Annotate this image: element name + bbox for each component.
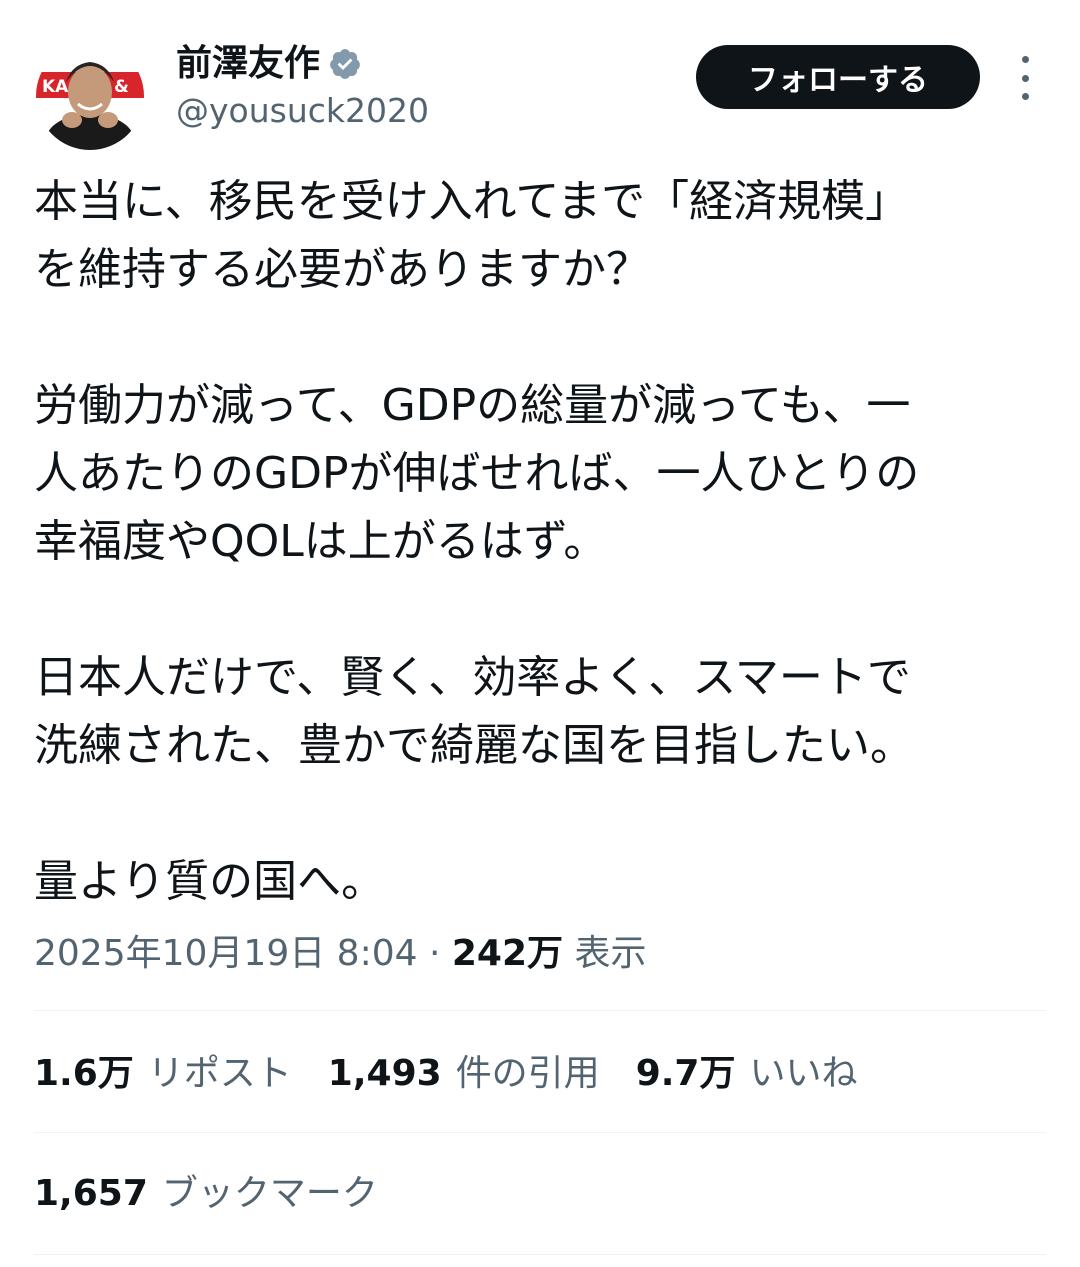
quotes-label: 件の引用 <box>455 1053 600 1094</box>
more-vertical-icon[interactable] <box>1010 56 1040 100</box>
tweet-text: 本当に、移民を受け入れてまで「経済規模」 を維持する必要がありますか？ 労働力が… <box>34 168 1054 916</box>
bookmarks-count: 1,657 <box>34 1173 148 1214</box>
svg-text:&: & <box>114 77 129 97</box>
divider <box>34 1254 1046 1255</box>
bookmarks-stat[interactable]: 1,657 ブックマーク <box>34 1164 378 1224</box>
tweet-paragraph: 労働力が減って、GDPの総量が減っても、一 人あたりのGDPが伸ばせれば、一人ひ… <box>34 380 920 567</box>
tweet-paragraph: 本当に、移民を受け入れてまで「経済規模」 を維持する必要がありますか？ <box>34 176 910 295</box>
divider <box>34 1010 1046 1011</box>
avatar[interactable]: KA & <box>36 42 144 150</box>
likes-stat[interactable]: 9.7万 いいね <box>636 1044 858 1104</box>
engagement-stats: 1.6万 リポスト 1,493 件の引用 9.7万 いいね <box>34 1044 893 1104</box>
follow-button[interactable]: フォローする <box>696 45 980 109</box>
tweet-meta: 2025年10月19日 8:04 · 242万 表示 <box>34 924 647 984</box>
display-name[interactable]: 前澤友作 <box>176 40 320 88</box>
tweet-paragraph: 日本人だけで、賢く、効率よく、スマートで 洗練された、豊かで綺麗な国を目指したい… <box>34 652 914 771</box>
reposts-stat[interactable]: 1.6万 リポスト <box>34 1044 292 1104</box>
likes-count: 9.7万 <box>635 1053 736 1094</box>
views-count: 242万 <box>451 933 564 974</box>
tweet-paragraph: 量より質の国へ。 <box>34 856 386 907</box>
tweet-detail: KA & 前澤友作 @yousuck2020 フォローする 本当に、移民を受け入… <box>0 0 1080 1267</box>
bookmarks-label: ブックマーク <box>161 1173 378 1214</box>
timestamp[interactable]: 2025年10月19日 8:04 <box>34 933 418 974</box>
avatar-image: KA & <box>36 42 144 150</box>
quotes-count: 1,493 <box>327 1053 442 1094</box>
reposts-label: リポスト <box>147 1053 292 1094</box>
divider <box>34 1132 1046 1133</box>
reposts-count: 1.6万 <box>34 1053 134 1094</box>
meta-separator: · <box>417 933 452 974</box>
views-label: 表示 <box>574 933 647 974</box>
quotes-stat[interactable]: 1,493 件の引用 <box>328 1044 600 1104</box>
svg-text:KA: KA <box>42 77 69 97</box>
author-handle[interactable]: @yousuck2020 <box>176 88 429 134</box>
verified-badge-icon[interactable] <box>328 47 362 81</box>
likes-label: いいね <box>749 1053 858 1094</box>
author-name-row: 前澤友作 <box>176 40 362 88</box>
